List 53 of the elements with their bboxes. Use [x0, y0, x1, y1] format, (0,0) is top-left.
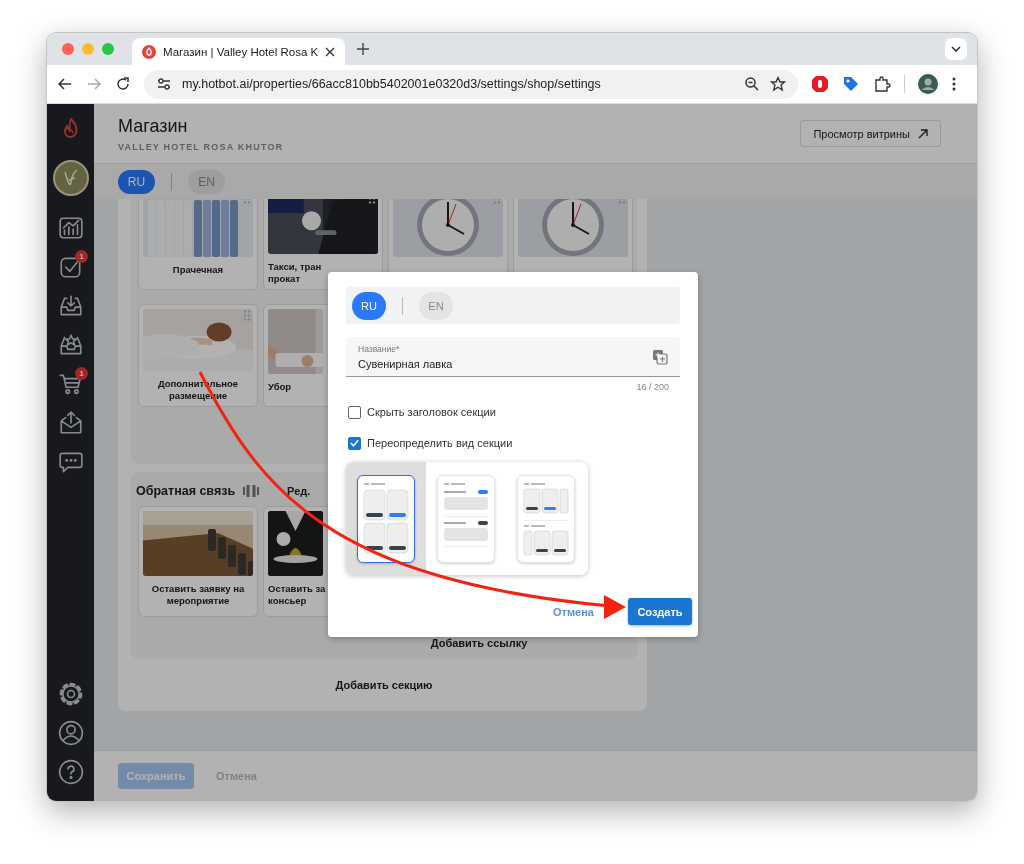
notification-badge: 1 — [75, 250, 88, 263]
menu-icon[interactable] — [951, 76, 957, 92]
service-card[interactable]: Такси, тран прокат — [263, 199, 383, 290]
close-icon[interactable] — [325, 46, 336, 57]
tab-search-button[interactable] — [945, 38, 967, 60]
zoom-icon[interactable] — [744, 76, 760, 92]
help-icon[interactable] — [57, 758, 84, 785]
user-icon[interactable] — [57, 719, 84, 746]
envelope-upload-icon[interactable] — [57, 409, 84, 436]
checkbox[interactable] — [348, 405, 361, 419]
puzzle-icon[interactable] — [873, 75, 891, 93]
external-arrow-icon — [918, 128, 928, 139]
checkbox-label: Скрыть заголовок секции — [367, 406, 496, 418]
card-label: Убор — [268, 381, 293, 393]
back-icon[interactable] — [57, 76, 73, 92]
page-title: Магазин — [118, 115, 189, 137]
card-label: Оставить заявку на мероприятие — [150, 583, 246, 607]
card-label: Такси, тран прокат — [268, 261, 323, 285]
site-settings-icon[interactable] — [156, 76, 172, 92]
service-card[interactable]: Прачечная — [138, 199, 258, 290]
add-link-button[interactable]: Добавить ссылку — [430, 637, 528, 649]
service-card[interactable]: Оставить заявку на мероприятие — [138, 506, 258, 617]
edit-link[interactable]: Ред. — [287, 485, 311, 497]
character-counter: 16 / 200 — [636, 382, 669, 392]
reload-icon[interactable] — [115, 76, 131, 92]
drag-handle-icon[interactable] — [243, 310, 251, 321]
address-field[interactable]: my.hotbot.ai/properties/66acc810bb5402001e0320d3/settings/shop/settings — [144, 69, 798, 99]
chevron-down-icon — [951, 46, 961, 52]
section-title: Обратная связь — [136, 484, 236, 498]
translate-icon[interactable] — [652, 348, 668, 365]
preview-button[interactable]: Просмотр витрины — [800, 120, 941, 147]
card-label: Прачечная — [171, 264, 225, 276]
shield-extension-icon[interactable] — [811, 75, 829, 93]
hotel-name: VALLEY HOTEL ROSA KHUTOR — [118, 141, 284, 152]
create-button[interactable]: Создать — [628, 598, 692, 625]
add-section-button[interactable]: Добавить секцию — [335, 679, 433, 691]
reorder-icon[interactable] — [243, 485, 260, 497]
language-tab[interactable]: RU — [118, 169, 155, 194]
flame-icon — [142, 44, 156, 59]
chart-icon[interactable] — [57, 214, 84, 241]
hotel-avatar-icon[interactable] — [52, 160, 89, 196]
browser-tab[interactable]: Магазин | Valley Hotel Rosa K — [132, 38, 346, 65]
card-label: Оставить за консьер — [268, 583, 327, 607]
profile-avatar-icon[interactable] — [918, 74, 938, 94]
bookmark-star-icon[interactable] — [770, 76, 786, 92]
tag-extension-icon[interactable] — [842, 75, 860, 93]
settings-icon[interactable] — [57, 680, 84, 707]
checkbox-label: Переопределить вид секции — [367, 437, 513, 449]
notification-badge: 1 — [75, 367, 88, 380]
new-tab-icon[interactable] — [357, 43, 370, 55]
language-tab[interactable]: RU — [352, 291, 386, 320]
name-field[interactable]: Название* Сувенирная лавка — [346, 337, 680, 377]
checkbox[interactable] — [348, 436, 361, 450]
